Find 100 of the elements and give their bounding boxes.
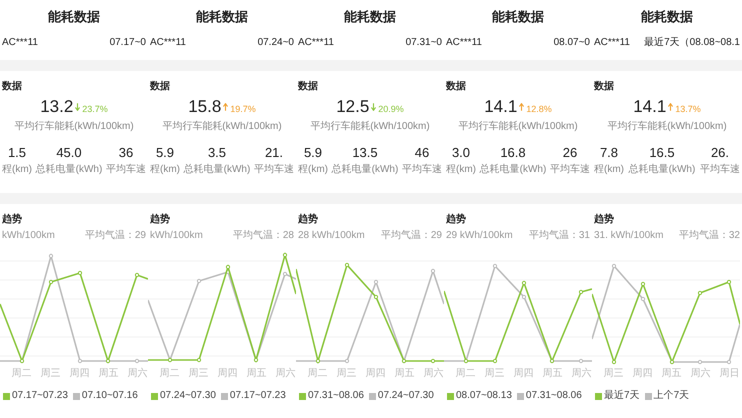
stat-value: 5.9 — [304, 145, 322, 161]
legend-label: 最近7天 — [604, 390, 640, 402]
axis-label: 周二 — [160, 368, 180, 380]
page-title: 能耗数据 — [641, 9, 693, 25]
section-heading: 趋势 — [150, 214, 170, 226]
axis-label: 周三 — [484, 368, 504, 380]
stat-value: 16.8 — [500, 145, 526, 161]
data-point — [134, 358, 140, 364]
page-title: 能耗数据 — [196, 9, 248, 25]
axis-label: 周二 — [308, 368, 328, 380]
axis-label: 周四 — [218, 368, 238, 380]
period-selector[interactable]: 08.07~0 — [554, 37, 590, 49]
data-point — [196, 358, 202, 362]
data-point — [282, 272, 288, 276]
stat-value: 3.0 — [452, 145, 470, 161]
data-point — [578, 290, 584, 294]
stat-label: 程(km) — [594, 164, 624, 176]
axis-label: 周六 — [690, 368, 710, 380]
legend-label: 07.31~08.06 — [308, 390, 364, 402]
consumption-label: 平均行车能耗(kWh/100km) — [607, 121, 727, 133]
axis-label: 周六 — [572, 368, 592, 380]
legend-label: 07.10~07.16 — [82, 390, 138, 402]
section-heading: 数据 — [594, 81, 614, 93]
axis-label: 周五 — [542, 368, 562, 380]
axis-label: 周四 — [366, 368, 386, 380]
section-heading: 趋势 — [298, 214, 318, 226]
data-point — [612, 264, 616, 268]
axis-label: 周三 — [40, 368, 60, 380]
data-point — [282, 252, 288, 258]
unit-caption: kWh/100km — [2, 230, 55, 242]
legend-label: 07.24~07.30 — [160, 390, 216, 402]
data-point — [726, 360, 732, 364]
consumption-label: 平均行车能耗(kWh/100km) — [162, 121, 282, 133]
consumption-label: 平均行车能耗(kWh/100km) — [458, 121, 578, 133]
plate-number: AC***11 — [298, 37, 334, 49]
axis-label: 周五 — [246, 368, 266, 380]
legend-label: 上个7天 — [654, 390, 690, 402]
data-point — [522, 294, 526, 300]
temperature-caption: 平均气温：31 — [528, 230, 590, 242]
axis-label: 周四 — [632, 368, 652, 380]
stat-value: 1.5 — [8, 145, 26, 161]
stat-value: 45.0 — [56, 145, 82, 161]
data-point — [726, 280, 732, 284]
plate-number: AC***11 — [594, 37, 630, 49]
stat-label: 平均车速 — [402, 164, 442, 176]
axis-label: 周六 — [128, 368, 148, 380]
axis-label: 周日 — [720, 368, 740, 380]
stat-value: 36 — [118, 145, 134, 161]
unit-caption: 31. kWh/100km — [594, 230, 664, 242]
consumption-value: 13.2 — [40, 97, 74, 117]
stat-value: 21. — [264, 145, 284, 161]
consumption-value: 14.1 — [633, 97, 666, 117]
axis-label: 周五 — [394, 368, 414, 380]
stat-value: 16.5 — [649, 145, 675, 161]
page-title: 能耗数据 — [344, 9, 396, 25]
legend-label: 08.07~08.13 — [456, 390, 512, 402]
data-point — [698, 360, 702, 364]
section-heading: 数据 — [2, 81, 22, 93]
period-selector[interactable]: 最近7天（08.08~08.1 — [644, 37, 740, 49]
stat-label: 程(km) — [150, 164, 180, 176]
legend-label: 07.17~07.23 — [12, 390, 68, 402]
data-point — [430, 268, 436, 274]
data-point — [492, 358, 498, 364]
unit-caption: 28 kWh/100km — [298, 230, 365, 242]
stat-label: 总耗电量(kWh) — [36, 164, 102, 176]
unit-caption: kWh/100km — [150, 230, 203, 242]
data-point — [196, 278, 202, 284]
axis-label: 周六 — [424, 368, 444, 380]
consumption-label: 平均行车能耗(kWh/100km) — [14, 121, 134, 133]
consumption-value: 14.1 — [484, 97, 518, 117]
temperature-caption: 平均气温：29 — [380, 230, 442, 242]
data-point — [430, 358, 436, 364]
data-point — [698, 290, 702, 296]
stat-label: 平均车速 — [550, 164, 590, 176]
stat-value: 26. — [710, 145, 730, 161]
data-point — [640, 282, 646, 286]
stat-label: 平均车速 — [254, 164, 294, 176]
data-point — [344, 262, 350, 268]
legend-label: 07.17~07.23 — [230, 390, 286, 402]
section-heading: 数据 — [150, 81, 170, 93]
stat-label: 总耗电量(kWh) — [332, 164, 398, 176]
data-point — [134, 272, 140, 278]
data-point — [344, 358, 350, 364]
legend-label: 07.24~07.30 — [378, 390, 434, 402]
axis-label: 周三 — [336, 368, 356, 380]
period-selector[interactable]: 07.24~0 — [258, 37, 294, 49]
change-percent: 13.7% — [675, 104, 701, 115]
period-selector[interactable]: 07.17~0 — [110, 37, 146, 49]
consumption-label: 平均行车能耗(kWh/100km) — [310, 121, 430, 133]
stat-label: 总耗电量(kWh) — [628, 164, 696, 176]
axis-label: 周三 — [188, 368, 208, 380]
section-heading: 数据 — [446, 81, 466, 93]
change-percent: 20.9% — [378, 104, 404, 115]
data-point — [78, 270, 82, 276]
period-selector[interactable]: 07.31~0 — [406, 37, 442, 49]
change-percent: 12.8% — [526, 104, 552, 115]
data-point — [374, 280, 378, 284]
axis-label: 周四 — [514, 368, 534, 380]
data-point — [612, 360, 616, 364]
stat-value: 46 — [414, 145, 430, 161]
